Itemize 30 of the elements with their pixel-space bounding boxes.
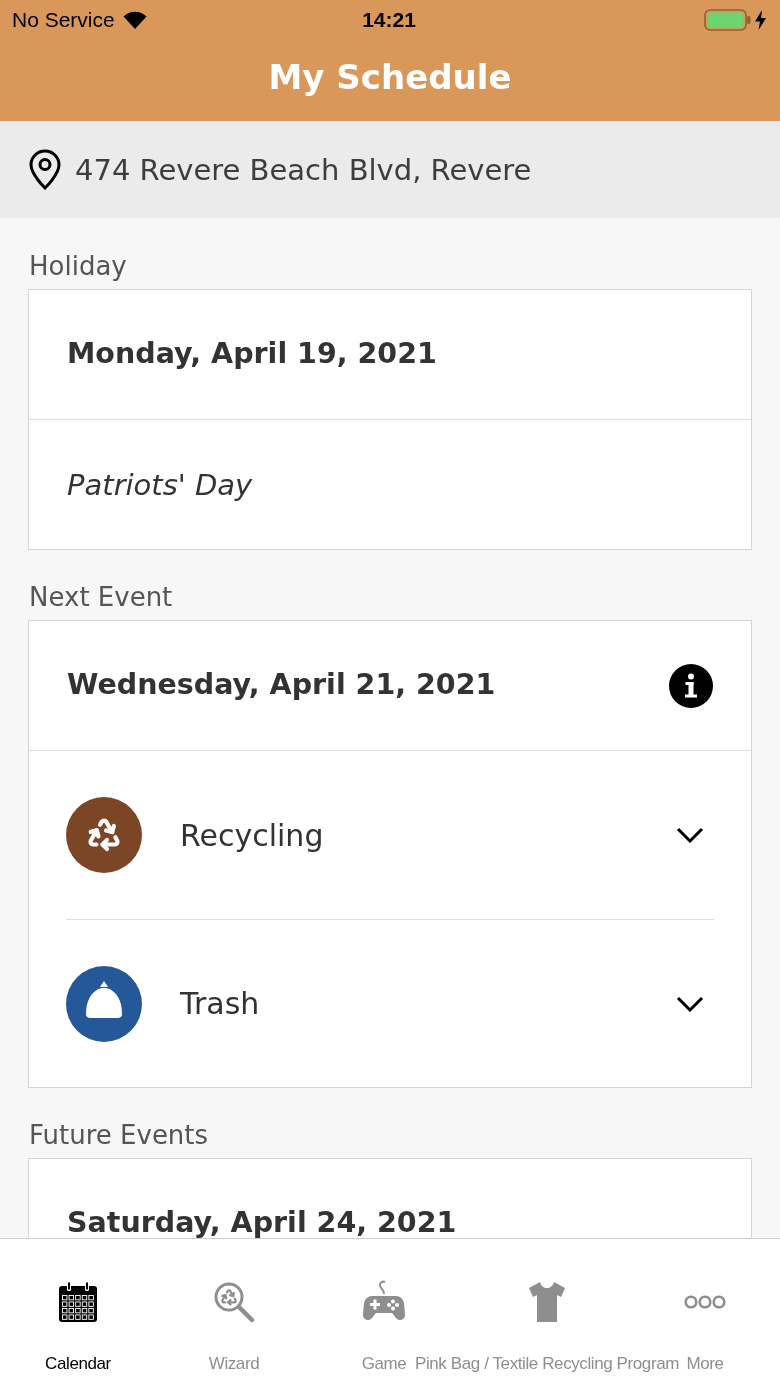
chevron-down-icon[interactable]: [676, 827, 704, 843]
event-type: Trash: [180, 986, 261, 1021]
magnifier-recycle-icon: [213, 1281, 255, 1323]
tab-button[interactable]: Wizard: [156, 1239, 312, 1387]
battery-icon: [704, 9, 751, 31]
tab-button[interactable]: More: [682, 1239, 728, 1387]
section-title: Future Events: [28, 1119, 210, 1152]
tab-button[interactable]: Game: [356, 1239, 412, 1387]
screen-title: My Schedule: [268, 56, 512, 99]
charging-bolt-icon: [755, 10, 766, 30]
chevron-down-icon[interactable]: [676, 995, 704, 1012]
event-date: Saturday, April 24, 2021: [67, 1206, 457, 1238]
event-date: Wednesday, April 21, 2021: [67, 668, 496, 703]
event-type: Recycling: [180, 817, 325, 853]
location-pin-icon: [29, 149, 61, 190]
tab-button[interactable]: Calendar: [0, 1239, 156, 1387]
calendar-icon: [59, 1282, 97, 1322]
status-time: 14:21: [362, 8, 416, 32]
wifi-icon: [122, 11, 147, 29]
address-bar[interactable]: 474 Revere Beach Blvd, Revere: [0, 121, 780, 218]
section-title: Next Event: [28, 581, 174, 614]
holiday-name: Patriots' Day: [67, 467, 253, 502]
info-icon[interactable]: [669, 663, 713, 708]
more-icon: [684, 1295, 726, 1309]
section-title: Holiday: [28, 250, 128, 283]
carrier-name: No Service: [12, 8, 115, 32]
address-text: 474 Revere Beach Blvd, Revere: [75, 152, 532, 187]
event-date: Monday, April 19, 2021: [67, 337, 437, 372]
t-shirt-icon: [526, 1280, 568, 1324]
tab-button[interactable]: Pink Bag / Textile Recycling Program: [412, 1239, 682, 1387]
